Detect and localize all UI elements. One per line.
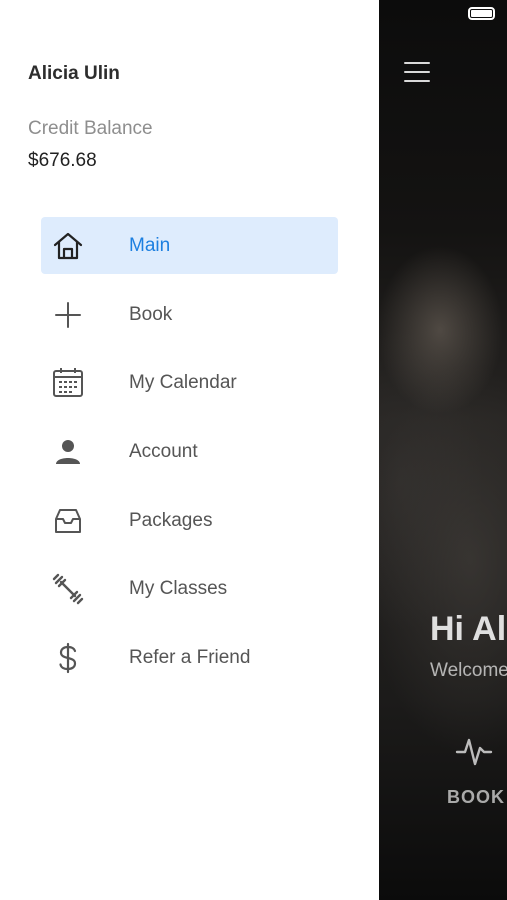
credit-balance-label: Credit Balance [28,118,153,139]
menu-item-label: My Calendar [129,372,237,394]
menu-item-main[interactable]: Main [41,217,338,274]
plus-icon [51,298,85,332]
person-icon [51,435,85,469]
user-name: Alicia Ulin [28,63,120,84]
navigation-drawer: Alicia Ulin Credit Balance $676.68 Main … [0,0,379,900]
dumbbell-icon [51,572,85,606]
menu-item-packages[interactable]: Packages [41,492,338,549]
menu-item-book[interactable]: Book [41,286,338,343]
credit-balance-value: $676.68 [28,150,97,171]
calendar-icon [51,366,85,400]
battery-icon [468,7,495,20]
menu-item-label: Packages [129,509,213,531]
home-icon [51,229,85,263]
hamburger-menu-icon[interactable] [404,60,432,84]
drawer-menu: Main Book My Calendar Account Packages M… [41,217,338,698]
menu-item-my-calendar[interactable]: My Calendar [41,354,338,411]
menu-item-account[interactable]: Account [41,423,338,480]
menu-item-label: My Classes [129,578,228,600]
book-quick-action-label[interactable]: BOOK [447,787,505,808]
menu-item-label: Book [129,303,173,325]
activity-pulse-icon[interactable] [455,732,493,770]
menu-item-my-classes[interactable]: My Classes [41,560,338,617]
menu-item-label: Main [129,235,171,256]
menu-item-refer-a-friend[interactable]: Refer a Friend [41,629,338,686]
dollar-icon [51,641,85,675]
menu-item-label: Account [129,441,198,463]
welcome-text: Welcome [430,660,507,681]
menu-item-label: Refer a Friend [129,647,251,669]
greeting-heading: Hi Al [430,610,507,648]
inbox-icon [51,504,85,538]
